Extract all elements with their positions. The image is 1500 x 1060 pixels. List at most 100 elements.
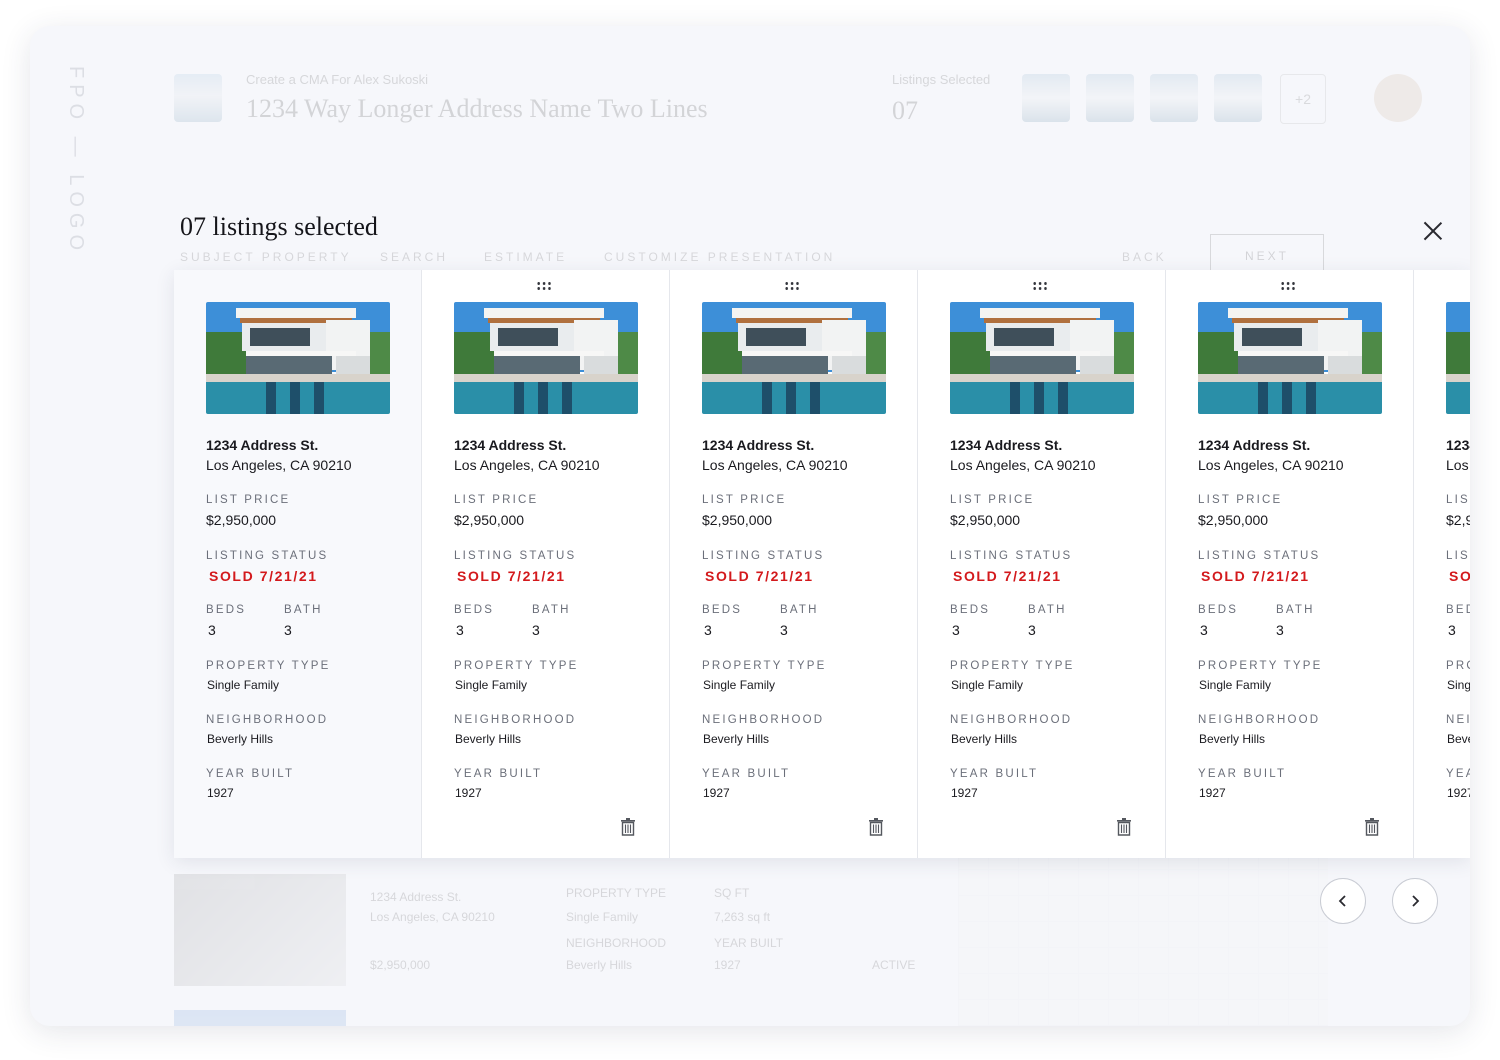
- step-subject-property[interactable]: SUBJECT PROPERTY: [180, 250, 352, 264]
- row-address2: Los Angeles, CA 90210: [370, 910, 495, 924]
- drag-handle-icon[interactable]: [1280, 281, 1296, 291]
- back-button[interactable]: BACK: [1122, 250, 1167, 264]
- address-line2: Los Angeles, CA 90210: [1446, 457, 1470, 473]
- listing-card[interactable]: 1234 Address St. Los Angeles, CA 90210 L…: [670, 270, 918, 858]
- bath-label: BATH: [284, 604, 323, 616]
- listing-status-value: SOLD 7/21/21: [1449, 568, 1470, 584]
- avatar[interactable]: [1374, 74, 1422, 122]
- subject-card[interactable]: 1234 Address St. Los Angeles, CA 90210 L…: [174, 270, 422, 858]
- list-price-value: $2,950,000: [206, 512, 277, 528]
- step-estimate[interactable]: ESTIMATE: [484, 250, 567, 264]
- bath-value: 3: [1028, 622, 1036, 638]
- listing-status-label: LISTING STATUS: [206, 550, 329, 562]
- page-title: 1234 Way Longer Address Name Two Lines: [246, 94, 708, 123]
- year-built-value: 1927: [703, 786, 730, 800]
- year-built-label: YEAR BUILT: [1446, 768, 1470, 780]
- listing-photo: [950, 302, 1134, 414]
- row-status: ACTIVE: [872, 958, 916, 972]
- drag-handle-icon[interactable]: [536, 281, 552, 291]
- row-sqft: 7,263 sq ft: [714, 910, 771, 924]
- listing-card[interactable]: 1234 Address St. Los Angeles, CA 90210 L…: [1166, 270, 1414, 858]
- listing-status-value: SOLD 7/21/21: [457, 568, 566, 584]
- row-type-label: PROPERTY TYPE: [566, 886, 667, 900]
- map[interactable]: [958, 856, 1328, 1026]
- beds-label: BEDS: [1446, 604, 1470, 616]
- list-price-value: $2,950,000: [1446, 512, 1470, 528]
- next-arrow-button[interactable]: [1392, 878, 1438, 924]
- list-price-label: LIST PRICE: [950, 494, 1035, 506]
- list-price-label: LIST PRICE: [702, 494, 787, 506]
- selected-label: Listings Selected: [892, 72, 991, 87]
- year-built-value: 1927: [1199, 786, 1226, 800]
- bath-value: 3: [1276, 622, 1284, 638]
- trash-icon[interactable]: [1364, 818, 1380, 836]
- more-badge[interactable]: +2: [1280, 74, 1326, 124]
- prev-button[interactable]: [1320, 878, 1366, 924]
- list-price-value: $2,950,000: [950, 512, 1021, 528]
- row-year-label: YEAR BUILT: [714, 936, 784, 950]
- listing-card[interactable]: 1234 Address St. Los Angeles, CA 90210 L…: [1414, 270, 1470, 858]
- list-price-label: LIST PRICE: [1198, 494, 1283, 506]
- chevron-left-icon: [1338, 895, 1346, 907]
- neighborhood-value: Beverly Hills: [207, 732, 274, 746]
- address-line2: Los Angeles, CA 90210: [454, 457, 600, 473]
- listing-photo: [454, 302, 638, 414]
- modal-title: 07 listings selected: [180, 212, 378, 241]
- listing-status-value: SOLD 7/21/21: [209, 568, 318, 584]
- list-price-label: LIST PRICE: [206, 494, 291, 506]
- drag-handle-icon[interactable]: [1032, 281, 1048, 291]
- neighborhood-label: NEIGHBORHOOD: [702, 714, 825, 726]
- bath-label: BATH: [1028, 604, 1067, 616]
- address-line2: Los Angeles, CA 90210: [206, 457, 352, 473]
- property-type-label: PROPERTY TYPE: [950, 660, 1075, 672]
- year-built-value: 1927: [455, 786, 482, 800]
- beds-label: BEDS: [702, 604, 743, 616]
- row-address1: 1234 Address St.: [370, 890, 462, 904]
- row-sqft-label: SQ FT: [714, 886, 750, 900]
- selected-thumbnail[interactable]: [1150, 74, 1198, 122]
- selected-thumbnail[interactable]: [1022, 74, 1070, 122]
- selected-thumbnail[interactable]: [1214, 74, 1262, 122]
- beds-value: 3: [704, 622, 712, 638]
- neighborhood-label: NEIGHBORHOOD: [206, 714, 329, 726]
- list-price-value: $2,950,000: [702, 512, 773, 528]
- list-price-value: $2,950,000: [454, 512, 525, 528]
- property-type-value: Single Family: [1447, 678, 1470, 692]
- year-built-value: 1927: [207, 786, 234, 800]
- beds-value: 3: [1448, 622, 1456, 638]
- listing-photo: [702, 302, 886, 414]
- neighborhood-value: Beverly Hills: [1447, 732, 1470, 746]
- drag-handle-icon[interactable]: [784, 281, 800, 291]
- year-built-value: 1927: [1447, 786, 1470, 800]
- neighborhood-label: NEIGHBORHOOD: [950, 714, 1073, 726]
- step-customize[interactable]: CUSTOMIZE PRESENTATION: [604, 250, 835, 264]
- year-built-label: YEAR BUILT: [1198, 768, 1287, 780]
- property-type-label: PROPERTY TYPE: [702, 660, 827, 672]
- row-price: $2,950,000: [370, 958, 431, 972]
- close-icon[interactable]: [1420, 218, 1446, 244]
- neighborhood-value: Beverly Hills: [703, 732, 770, 746]
- listing-image: [174, 1010, 346, 1026]
- list-price-value: $2,950,000: [1198, 512, 1269, 528]
- selected-thumbnail[interactable]: [1086, 74, 1134, 122]
- trash-icon[interactable]: [1116, 818, 1132, 836]
- trash-icon[interactable]: [868, 818, 884, 836]
- neighborhood-label: NEIGHBORHOOD: [1198, 714, 1321, 726]
- listing-status-value: SOLD 7/21/21: [705, 568, 814, 584]
- listing-status-value: SOLD 7/21/21: [1201, 568, 1310, 584]
- address-line1: 1234 Address St.: [454, 437, 567, 453]
- bath-value: 3: [780, 622, 788, 638]
- chevron-right-icon: [1412, 895, 1420, 907]
- property-type-value: Single Family: [703, 678, 776, 692]
- trash-icon[interactable]: [620, 818, 636, 836]
- property-type-label: PROPERTY TYPE: [1198, 660, 1323, 672]
- listing-card[interactable]: 1234 Address St. Los Angeles, CA 90210 L…: [422, 270, 670, 858]
- listing-photo: [1198, 302, 1382, 414]
- listing-status-label: LISTING STATUS: [1198, 550, 1321, 562]
- listing-card[interactable]: 1234 Address St. Los Angeles, CA 90210 L…: [918, 270, 1166, 858]
- year-built-label: YEAR BUILT: [206, 768, 295, 780]
- step-search[interactable]: SEARCH: [380, 250, 448, 264]
- beds-label: BEDS: [950, 604, 991, 616]
- year-built-label: YEAR BUILT: [950, 768, 1039, 780]
- listing-status-label: LISTING STATUS: [1446, 550, 1470, 562]
